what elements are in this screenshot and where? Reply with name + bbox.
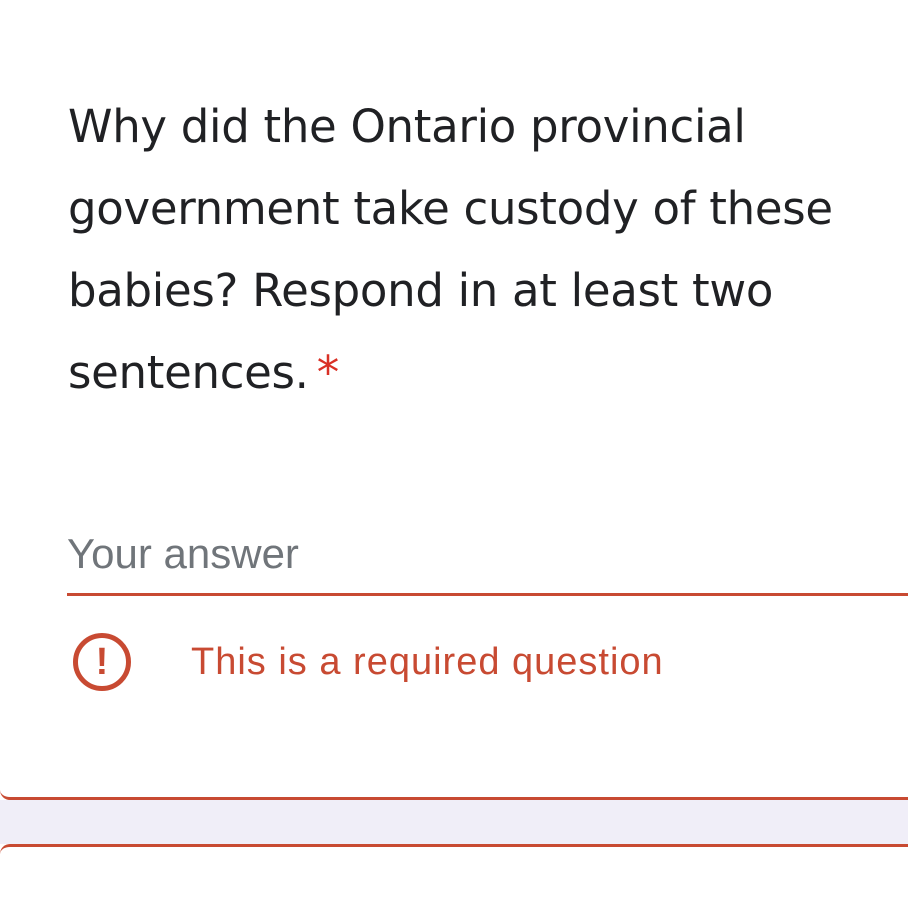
form-background-gap	[0, 800, 908, 844]
required-asterisk: *	[316, 346, 340, 399]
required-error-text: This is a required question	[191, 640, 664, 683]
answer-input[interactable]	[67, 515, 908, 596]
question-title: Why did the Ontario provincial governmen…	[68, 86, 908, 414]
error-message-row: ! This is a required question	[73, 628, 664, 696]
question-text: Why did the Ontario provincial governmen…	[68, 100, 833, 399]
exclamation-circle-icon: !	[73, 633, 131, 691]
question-card: Why did the Ontario provincial governmen…	[0, 0, 908, 800]
next-question-card	[0, 844, 908, 911]
